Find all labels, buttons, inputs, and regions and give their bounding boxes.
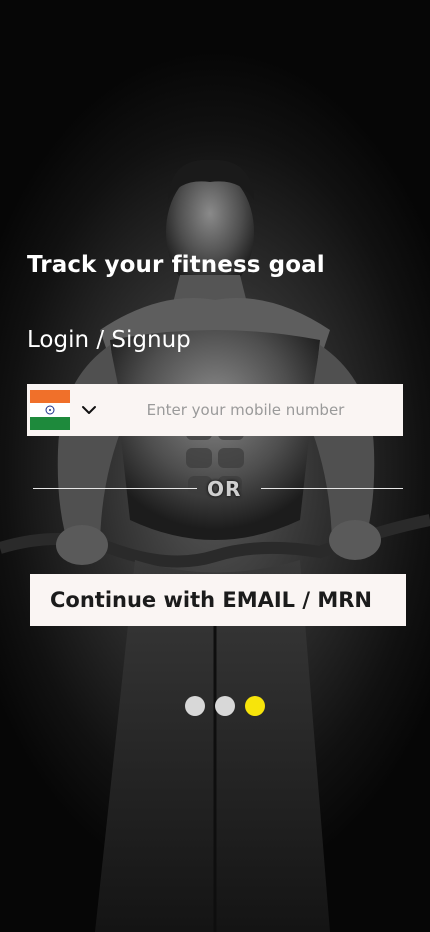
- background-athlete-image: [0, 159, 430, 932]
- login-screen: Track your fitness goal Login / Signup O…: [0, 0, 430, 932]
- login-signup-heading: Login / Signup: [27, 327, 191, 353]
- india-flag-icon: [30, 390, 70, 430]
- country-code-picker[interactable]: [27, 384, 98, 436]
- hero-title: Track your fitness goal: [27, 252, 325, 278]
- carousel-dot-2[interactable]: [215, 696, 235, 716]
- divider-line-left: [33, 488, 197, 489]
- carousel-dot-3-active[interactable]: [245, 696, 265, 716]
- continue-with-email-button[interactable]: Continue with EMAIL / MRN: [30, 574, 406, 626]
- carousel-dot-1[interactable]: [185, 696, 205, 716]
- mobile-number-input[interactable]: [98, 384, 403, 436]
- or-label: OR: [207, 477, 242, 501]
- mobile-login-field: [27, 384, 403, 436]
- carousel-indicator: [185, 696, 265, 716]
- divider-line-right: [261, 488, 403, 489]
- chevron-down-icon[interactable]: [80, 401, 98, 419]
- or-divider: OR: [33, 476, 403, 502]
